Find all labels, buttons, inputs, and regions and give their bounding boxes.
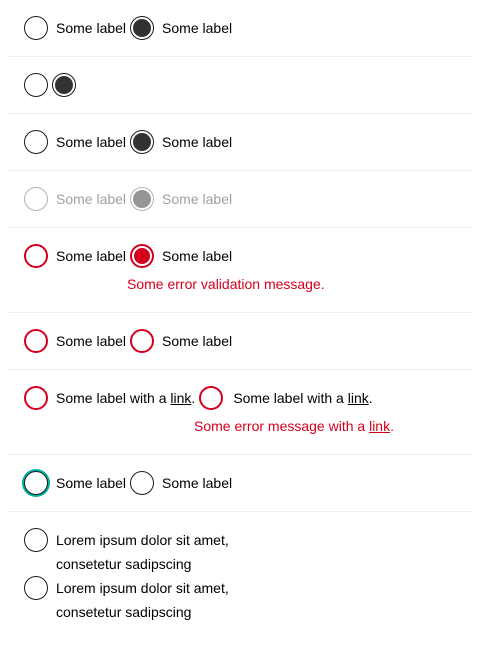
row-basic: Some label Some label — [8, 0, 472, 57]
radio-label: Some label — [56, 475, 127, 491]
radio-button-error[interactable] — [24, 244, 48, 268]
radio-label: Some label — [56, 333, 127, 349]
radio-option-b-error[interactable]: Some label — [130, 329, 232, 353]
error-message: Some error message with a link. — [194, 416, 394, 436]
radio-label: Some label — [56, 248, 127, 264]
radio-option-a-focused[interactable]: Some label — [24, 471, 130, 495]
label-text: . — [368, 390, 373, 406]
radio-button-error[interactable] — [24, 329, 48, 353]
radio-label: Some label — [162, 475, 233, 491]
radio-option-a-error[interactable]: Some label — [24, 329, 130, 353]
radio-label: Some label with a link. — [233, 386, 372, 410]
radio-option-a[interactable]: Some label — [24, 16, 130, 40]
radio-option-b[interactable]: Some label — [130, 471, 232, 495]
radio-label: Some label — [56, 20, 127, 36]
radio-option-b-disabled: Some label — [130, 187, 232, 211]
row-link-error: Some label with a link. Some label with … — [8, 370, 472, 455]
radio-button-error[interactable] — [130, 329, 155, 353]
radio-option-a-disabled: Some label — [24, 187, 130, 211]
row-multiline: Lorem ipsum dolor sit amet, consetetur s… — [8, 512, 472, 632]
radio-option-b[interactable]: Lorem ipsum dolor sit amet, consetetur s… — [24, 576, 236, 624]
radio-button-checked[interactable] — [130, 16, 155, 40]
radio-button[interactable] — [24, 130, 48, 154]
radio-label: Lorem ipsum dolor sit amet, consetetur s… — [56, 580, 229, 620]
row-focus: Some label Some label — [8, 455, 472, 512]
row-basic-2: Some label Some label — [8, 114, 472, 171]
radio-showcase: Some label Some label Some label Some la… — [0, 0, 480, 632]
radio-button-focused[interactable] — [24, 471, 48, 495]
label-text: Some label with a — [56, 390, 171, 406]
radio-button-error-checked[interactable] — [130, 244, 155, 268]
radio-button[interactable] — [24, 576, 48, 600]
message-text: . — [390, 418, 394, 434]
radio-button-checked[interactable] — [130, 130, 155, 154]
radio-option-b[interactable]: Some label — [130, 130, 232, 154]
row-error: Some label Some label — [8, 313, 472, 370]
radio-label: Some label with a link. — [56, 386, 195, 410]
label-text: . — [191, 390, 196, 406]
radio-option-a-error[interactable]: Some label with a link. — [24, 386, 199, 410]
row-no-label — [8, 57, 472, 114]
radio-option-b-error[interactable]: Some label with a link. — [199, 386, 373, 410]
radio-label: Some label — [56, 134, 127, 150]
radio-button-checked[interactable] — [52, 73, 76, 97]
radio-label: Lorem ipsum dolor sit amet, consetetur s… — [56, 532, 229, 572]
radio-label: Some label — [162, 134, 233, 150]
row-disabled: Some label Some label — [8, 171, 472, 228]
radio-button[interactable] — [24, 16, 48, 40]
radio-label: Some label — [162, 333, 233, 349]
radio-button-disabled-checked — [130, 187, 155, 211]
radio-button-disabled — [24, 187, 48, 211]
radio-label: Some label — [162, 20, 233, 36]
radio-button-error[interactable] — [199, 386, 224, 410]
radio-button[interactable] — [24, 528, 48, 552]
inline-link[interactable]: link — [369, 418, 390, 434]
row-error-message: Some label Some label Some error validat… — [8, 228, 472, 313]
error-message: Some error validation message. — [127, 276, 325, 292]
radio-button[interactable] — [130, 471, 155, 495]
radio-label: Some label — [56, 191, 127, 207]
radio-button-error[interactable] — [24, 386, 48, 410]
radio-button[interactable] — [24, 73, 48, 97]
label-text: Some label with a — [233, 390, 348, 406]
radio-option-a-error[interactable]: Some label — [24, 244, 130, 268]
radio-option-b[interactable]: Some label — [130, 16, 232, 40]
radio-option-b-error[interactable]: Some label — [130, 244, 232, 268]
inline-link[interactable]: link — [348, 390, 369, 406]
radio-label: Some label — [162, 191, 233, 207]
radio-option-a[interactable]: Some label — [24, 130, 130, 154]
message-text: Some error message with a — [194, 418, 370, 434]
radio-label: Some label — [162, 248, 233, 264]
radio-option-a[interactable]: Lorem ipsum dolor sit amet, consetetur s… — [24, 528, 236, 576]
inline-link[interactable]: link — [170, 390, 191, 406]
